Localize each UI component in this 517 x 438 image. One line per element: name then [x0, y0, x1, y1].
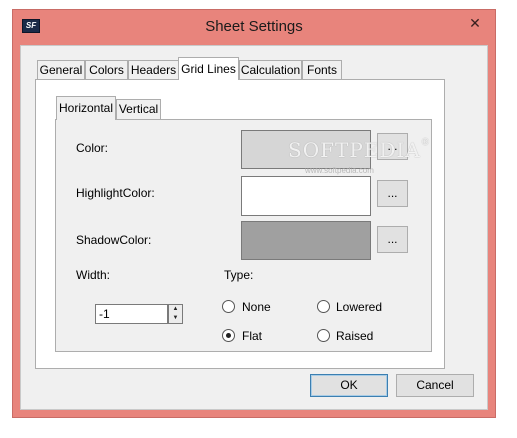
watermark-text: SOFTPEDIA	[288, 138, 421, 162]
highlight-color-label: HighlightColor:	[76, 186, 155, 200]
radio-selected-icon	[226, 333, 231, 338]
tab-colors[interactable]: Colors	[85, 60, 128, 79]
tab-fonts[interactable]: Fonts	[302, 60, 342, 79]
tab-headers[interactable]: Headers	[128, 60, 179, 79]
radio-raised[interactable]	[317, 329, 330, 342]
radio-flat[interactable]	[222, 329, 235, 342]
color-label: Color:	[76, 141, 109, 155]
width-spinner[interactable]: ▲ ▼	[168, 304, 183, 324]
close-button[interactable]: ✕	[460, 13, 490, 33]
radio-none[interactable]	[222, 300, 235, 313]
radio-raised-label[interactable]: Raised	[336, 329, 373, 343]
radio-flat-label[interactable]: Flat	[242, 329, 262, 343]
tab-grid-lines[interactable]: Grid Lines	[178, 57, 239, 80]
shadow-color-label: ShadowColor:	[76, 233, 152, 247]
highlight-color-swatch[interactable]	[241, 176, 371, 216]
type-label: Type:	[224, 268, 254, 282]
shadow-color-swatch[interactable]	[241, 221, 371, 260]
window-title: Sheet Settings	[205, 18, 303, 35]
spin-up-icon[interactable]: ▲	[169, 305, 182, 314]
highlight-color-pick-button[interactable]: ...	[377, 180, 408, 207]
watermark-url: www.softpedia.com	[305, 166, 374, 175]
ok-button[interactable]: OK	[310, 374, 388, 397]
tab-calculation[interactable]: Calculation	[239, 60, 302, 79]
cancel-button[interactable]: Cancel	[396, 374, 474, 397]
spin-down-icon[interactable]: ▼	[169, 314, 182, 323]
radio-lowered-label[interactable]: Lowered	[336, 300, 382, 314]
tab-general[interactable]: General	[37, 60, 85, 79]
tab-horizontal[interactable]: Horizontal	[56, 96, 116, 120]
shadow-color-pick-button[interactable]: ...	[377, 226, 408, 253]
watermark-trademark: ®	[420, 138, 431, 148]
radio-lowered[interactable]	[317, 300, 330, 313]
tab-vertical[interactable]: Vertical	[116, 99, 161, 119]
watermark: SOFTPEDIA®	[288, 138, 431, 162]
width-input[interactable]	[95, 304, 168, 324]
radio-none-label[interactable]: None	[242, 300, 271, 314]
width-label: Width:	[76, 268, 111, 282]
